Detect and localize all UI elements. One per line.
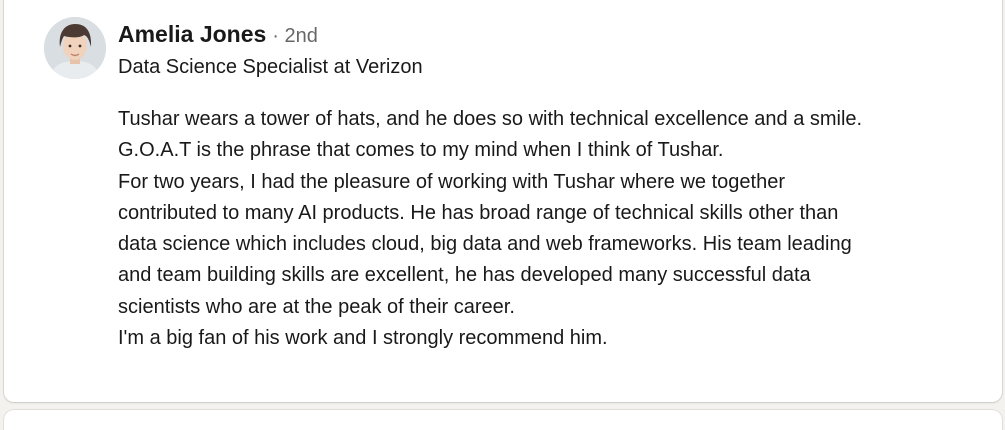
- connection-degree: · 2nd: [272, 25, 318, 47]
- next-card: [4, 410, 1002, 430]
- recommendation-line: I'm a big fan of his work and I strongly…: [118, 327, 608, 350]
- recommendation-line: contributed to many AI products. He has …: [118, 201, 839, 224]
- recommendation-line: Tushar wears a tower of hats, and he doe…: [118, 108, 863, 130]
- recommendation-line: For two years, I had the pleasure of wor…: [118, 170, 786, 193]
- author-name[interactable]: Amelia Jones: [118, 21, 266, 48]
- recommendation-text: Tushar wears a tower of hats, and he doe…: [118, 104, 978, 354]
- profile-photo-icon: [44, 17, 106, 79]
- recommendation-line: scientists who are at the peak of their …: [118, 295, 515, 318]
- recommendation-line: data science which includes cloud, big d…: [118, 233, 852, 256]
- avatar[interactable]: [44, 17, 106, 79]
- recommendation-line: G.O.A.T is the phrase that comes to my m…: [118, 139, 724, 162]
- recommendation-line: and team building skills are excellent, …: [118, 264, 811, 287]
- author-name-row: Amelia Jones · 2nd: [118, 21, 318, 49]
- author-headline: Data Science Specialist at Verizon: [118, 56, 423, 78]
- recommendation-card: Amelia Jones · 2nd Data Science Speciali…: [4, 0, 1002, 402]
